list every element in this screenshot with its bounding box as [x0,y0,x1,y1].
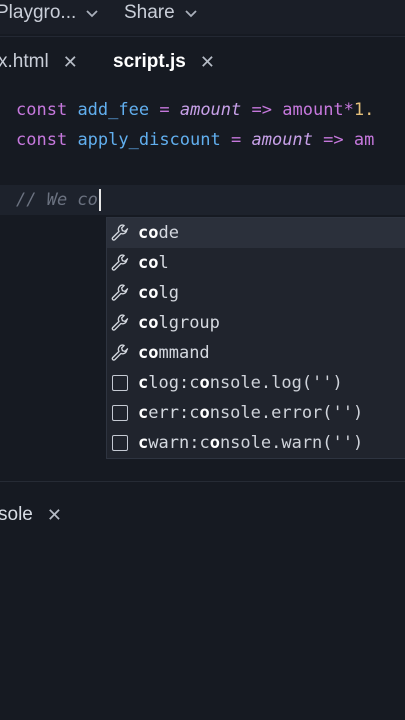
wrench-icon [110,343,130,363]
snippet-icon [110,373,130,393]
suggestion-label: col [138,253,169,273]
snippet-icon [110,433,130,453]
suggestion-item[interactable]: command [107,338,405,368]
rest-text: de [158,223,179,243]
rest-text: warn: [148,433,200,453]
tab-index-html[interactable]: x.html ✕ [0,51,78,73]
chevron-down-icon [185,6,197,21]
close-icon[interactable]: ✕ [63,52,78,73]
identifier: add_fee [77,100,150,120]
rest-text: mmand [158,343,210,363]
match-text: co [138,283,159,303]
expression: am [353,130,375,150]
close-icon[interactable]: ✕ [200,52,215,73]
text-cursor [98,189,101,211]
keyword: const [16,130,68,150]
arrow-operator: => [323,130,344,150]
project-menu[interactable]: Playgro... [0,2,98,24]
suggestion-item[interactable]: cerr: console.error('') [107,398,405,428]
suggestion-label: colgroup [138,313,220,333]
suggestion-item[interactable]: code [107,218,405,248]
expression: amount* [282,100,354,120]
suggestion-item[interactable]: colgroup [107,308,405,338]
rest-text: l [158,253,169,273]
match-text: co [138,343,159,363]
top-bar: Playgro... Share [0,0,405,34]
rest-text: err: [148,403,190,423]
number-literal: 1. [353,100,375,120]
console-tab-label: sole [0,504,33,525]
share-menu[interactable]: Share [124,2,197,24]
wrench-icon [110,253,130,273]
suggestion-detail: console.error('') [189,403,364,423]
suggestion-label: clog: [138,373,189,393]
snippet-icon [110,403,130,423]
chevron-down-icon [86,6,98,21]
suggestion-label: cerr: [138,403,189,423]
close-icon[interactable]: ✕ [47,505,62,526]
share-menu-label: Share [124,2,175,23]
code-line-comment: // We co [16,188,101,212]
comment-text: // We co [16,190,98,210]
match-text: c [138,403,149,423]
operator: = [159,100,170,120]
suggestion-item[interactable]: clog: console.log('') [107,368,405,398]
suggestion-item[interactable]: col [107,248,405,278]
parameter: amount [251,130,313,150]
rest-text: lgroup [158,313,220,333]
match-text: co [138,313,159,333]
wrench-icon [110,313,130,333]
wrench-icon [110,223,130,243]
suggestion-item[interactable]: colg [107,278,405,308]
suggestion-detail: console.warn('') [199,433,364,453]
project-menu-label: Playgro... [0,2,77,23]
suggestion-label: cwarn: [138,433,199,453]
tab-label: x.html [0,51,49,72]
match-text: c [138,433,149,453]
parameter: amount [179,100,242,120]
identifier: apply_discount [77,130,221,150]
editor-tabs: x.html ✕ script.js ✕ [0,36,405,88]
keyword: const [16,100,68,120]
rest-text: lg [158,283,179,303]
console-output[interactable] [0,546,405,720]
arrow-operator: => [251,100,272,120]
tab-label: script.js [113,51,186,72]
tab-script-js[interactable]: script.js ✕ [113,51,215,73]
console-panel-header: sole ✕ [0,481,405,546]
suggestion-item[interactable]: cwarn: console.warn('') [107,428,405,458]
suggestion-label: command [138,343,210,363]
match-text: co [138,223,159,243]
operator: = [230,130,242,150]
autocomplete-popup: code col colg colgroup command clog: con… [106,217,405,459]
suggestion-label: code [138,223,179,243]
suggestion-detail: console.log('') [189,373,343,393]
match-text: co [138,253,159,273]
code-line-1: const add_fee = amount => amount*1. [16,98,374,122]
rest-text: log: [148,373,190,393]
tab-console[interactable]: sole ✕ [0,504,62,526]
match-text: c [138,373,149,393]
suggestion-label: colg [138,283,179,303]
code-line-2: const apply_discount = amount => am [16,128,374,152]
wrench-icon [110,283,130,303]
